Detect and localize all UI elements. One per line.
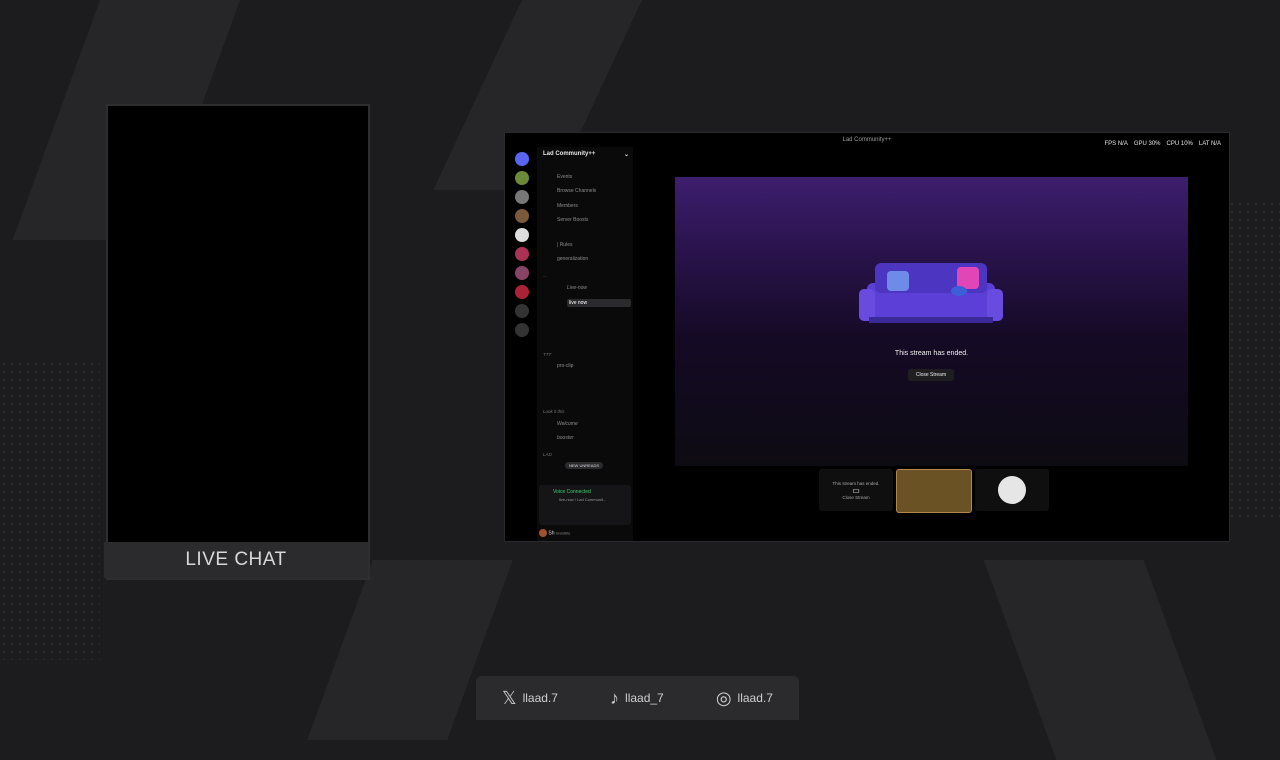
server-list <box>509 147 535 541</box>
category[interactable]: TTT <box>543 352 551 357</box>
user-status: Invisible <box>555 530 571 536</box>
server-icon[interactable] <box>515 285 529 299</box>
category[interactable]: ... <box>543 273 547 278</box>
channel-pro-clip[interactable]: pro-clip <box>557 363 573 369</box>
perf-overlay: FPS N/A GPU 30% CPU 10% LAT N/A <box>1105 141 1222 147</box>
channel-live[interactable]: Live-now <box>567 285 587 291</box>
new-unreads-pill[interactable]: NEW UNREADS <box>565 462 604 469</box>
channel-members[interactable]: Members <box>557 203 578 209</box>
x-handle: llaad.7 <box>522 691 558 705</box>
channel-rules[interactable]: | Rules <box>557 242 572 248</box>
category[interactable]: Look it this <box>543 409 565 414</box>
server-icon[interactable] <box>515 171 529 185</box>
channel-booster[interactable]: booster <box>557 435 574 441</box>
username: Sh <box>548 530 555 537</box>
participant-thumbnails: This stream has ended. ▭ Close Stream <box>819 469 1049 513</box>
monitor-icon: ▭ <box>852 485 860 495</box>
instagram-handle: llaad.7 <box>737 691 773 705</box>
avatar <box>998 476 1026 504</box>
perf-cpu: CPU 10% <box>1166 141 1193 147</box>
bg-dots-left <box>0 360 100 660</box>
explore-icon[interactable] <box>515 323 529 337</box>
perf-gpu: GPU 30% <box>1133 141 1161 147</box>
channel-events[interactable]: Events <box>557 174 572 180</box>
dm-icon[interactable] <box>515 152 529 166</box>
server-name[interactable]: Lad Community++ ⌄ <box>543 151 629 158</box>
perf-fps: FPS N/A <box>1104 141 1128 147</box>
add-server-icon[interactable] <box>515 304 529 318</box>
channel-list: Lad Community++ ⌄ Events Browse Channels… <box>537 147 633 541</box>
social-bar: 𝕏 llaad.7 ♪ llaad_7 ◎ llaad.7 <box>476 676 799 720</box>
live-chat-label: LIVE CHAT <box>104 542 368 578</box>
thumb-close-text: Close Stream <box>842 494 870 500</box>
channel-live-now[interactable]: live now <box>567 299 631 307</box>
participant-tile[interactable] <box>896 469 972 513</box>
avatar[interactable] <box>539 529 547 537</box>
server-icon[interactable] <box>515 266 529 280</box>
participant-tile[interactable] <box>975 469 1049 511</box>
social-x[interactable]: 𝕏 llaad.7 <box>502 688 558 709</box>
stream-ended-text: This stream has ended. <box>894 350 969 357</box>
server-name-text: Lad Community++ <box>543 151 596 157</box>
discord-window: Lad Community++ FPS N/A GPU 30% CPU 10% … <box>504 132 1230 542</box>
x-icon: 𝕏 <box>502 687 517 708</box>
channel-general[interactable]: generalization <box>557 256 588 262</box>
voice-status: Voice Connected <box>553 489 591 495</box>
instagram-icon: ◎ <box>715 687 732 708</box>
stream-view: This stream has ended. Close Stream <box>675 177 1188 466</box>
bg-slash-3 <box>983 560 1217 760</box>
voice-panel: Voice Connected live-now / Lad Communit.… <box>539 485 631 525</box>
server-icon[interactable] <box>515 209 529 223</box>
voice-channel: live-now / Lad Communit... <box>559 497 607 502</box>
server-icon[interactable] <box>515 247 529 261</box>
social-instagram[interactable]: ◎ llaad.7 <box>716 688 773 709</box>
channel-browse[interactable]: Browse Channels <box>557 188 596 194</box>
channel-boosts[interactable]: Server Boosts <box>557 217 588 223</box>
social-tiktok[interactable]: ♪ llaad_7 <box>610 688 664 709</box>
channel-welcome[interactable]: Welcome <box>557 421 578 427</box>
user-panel: Sh Invisible <box>539 529 631 539</box>
close-stream-button[interactable]: Close Stream <box>908 369 954 381</box>
tiktok-handle: llaad_7 <box>625 691 664 705</box>
chevron-down-icon: ⌄ <box>623 152 629 158</box>
server-icon[interactable] <box>515 228 529 242</box>
live-chat-panel <box>106 104 370 580</box>
stream-thumbnail[interactable]: This stream has ended. ▭ Close Stream <box>819 469 893 511</box>
category[interactable]: LAD <box>543 452 552 457</box>
perf-lat: LAT N/A <box>1198 141 1221 147</box>
server-icon[interactable] <box>515 190 529 204</box>
couch-illustration <box>859 263 1003 323</box>
tiktok-icon: ♪ <box>610 687 620 708</box>
